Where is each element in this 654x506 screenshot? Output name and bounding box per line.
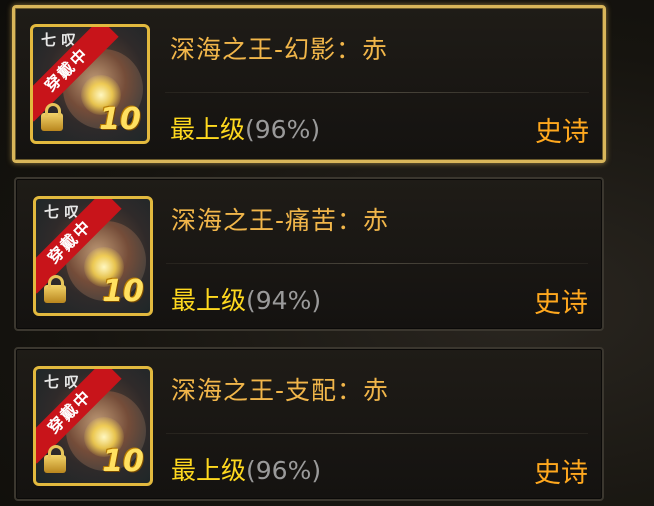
item-name: 深海之王-支配：赤: [171, 376, 390, 405]
enhance-level: 10: [99, 102, 141, 137]
equipment-card[interactable]: 七 叹 穿戴中 10 深海之王-支配：赤 最上级(96%) 史诗: [14, 347, 604, 501]
enhance-level: 10: [102, 274, 144, 309]
lock-icon: [44, 445, 66, 473]
equipment-card[interactable]: 七 叹 穿戴中 10 深海之王-幻影：赤 最上级(96%) 史诗: [12, 5, 606, 163]
item-name: 深海之王-痛苦：赤: [171, 206, 390, 235]
grade-percent: (96%): [245, 115, 321, 144]
lock-icon: [44, 275, 66, 303]
item-name: 深海之王-幻影：赤: [170, 35, 389, 64]
grade-label: 最上级: [170, 115, 246, 144]
equipment-list: 七 叹 穿戴中 10 深海之王-幻影：赤 最上级(96%) 史诗 七 叹 穿戴中…: [0, 0, 654, 506]
item-rarity: 史诗: [534, 288, 588, 319]
item-rarity: 史诗: [535, 117, 589, 148]
equipment-card[interactable]: 七 叹 穿戴中 10 深海之王-痛苦：赤 最上级(94%) 史诗: [14, 177, 604, 331]
grade-percent: (94%): [246, 286, 322, 315]
grade-label: 最上级: [171, 286, 247, 315]
item-grade: 最上级(96%): [170, 110, 320, 146]
grade-percent: (96%): [246, 456, 322, 485]
equipment-icon[interactable]: 七 叹 穿戴中 10: [30, 24, 150, 144]
item-grade: 最上级(94%): [171, 281, 321, 317]
divider: [166, 433, 588, 434]
divider: [165, 92, 589, 93]
equipment-icon[interactable]: 七 叹 穿戴中 10: [33, 366, 153, 486]
grade-label: 最上级: [171, 456, 247, 485]
enhance-level: 10: [102, 444, 144, 479]
equipment-icon[interactable]: 七 叹 穿戴中 10: [33, 196, 153, 316]
item-rarity: 史诗: [534, 458, 588, 489]
divider: [166, 263, 588, 264]
lock-icon: [41, 103, 63, 131]
item-grade: 最上级(96%): [171, 451, 321, 487]
